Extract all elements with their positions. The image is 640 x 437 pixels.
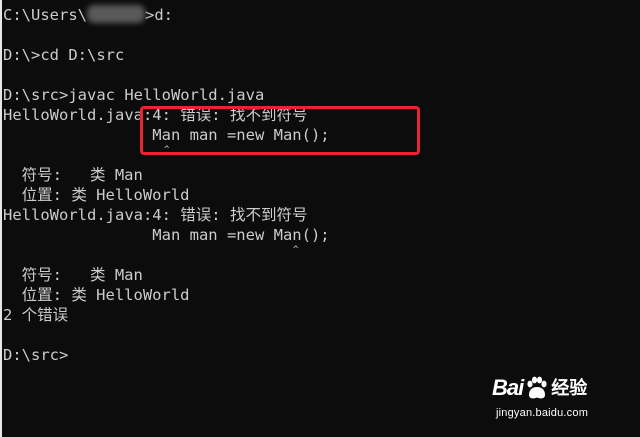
- console-line-17: [3, 325, 640, 345]
- error-caret-2: ^: [293, 245, 299, 255]
- console-line-11: HelloWorld.java:4: 错误: 找不到符号: [3, 206, 308, 224]
- annotation-highlight-box: [140, 106, 420, 155]
- console-prompt: D:\src>: [3, 346, 69, 364]
- console-line-9: 符号: 类 Man: [3, 166, 143, 184]
- baidu-jingyan-watermark: Bai 经验 jingyan.baidu.com: [492, 373, 610, 423]
- console-line-12: Man man =new Man();: [3, 226, 330, 244]
- console-line-10: 位置: 类 HelloWorld: [3, 186, 190, 204]
- console-line-16: 2 个错误: [3, 306, 69, 324]
- console-output: C:\Users\ >d: D:\>cd D:\src D:\src>javac …: [3, 5, 640, 365]
- console-line-14: 符号: 类 Man: [3, 266, 143, 284]
- console-line-1: C:\Users\ >d:: [3, 5, 640, 25]
- console-line-1-prefix: C:\Users\: [3, 6, 87, 24]
- console-line-1-suffix: >d:: [145, 6, 173, 24]
- watermark-url: jingyan.baidu.com: [496, 407, 589, 419]
- console-line-3: D:\>cd D:\src: [3, 46, 125, 64]
- console-line-4: [3, 65, 640, 85]
- console-window[interactable]: C:\Users\ >d: D:\>cd D:\src D:\src>javac …: [0, 0, 640, 437]
- watermark-brand-left: Bai: [492, 375, 524, 400]
- redacted-username: [87, 5, 145, 23]
- console-line-13: [3, 245, 640, 265]
- watermark-brand-right: 经验: [551, 378, 588, 398]
- console-line-5: D:\src>javac HelloWorld.java: [3, 86, 265, 104]
- console-line-18: D:\src>: [3, 345, 640, 365]
- console-line-15: 位置: 类 HelloWorld: [3, 286, 190, 304]
- console-line-2: [3, 25, 640, 45]
- paw-icon: [527, 376, 547, 399]
- window-left-border: [0, 0, 2, 437]
